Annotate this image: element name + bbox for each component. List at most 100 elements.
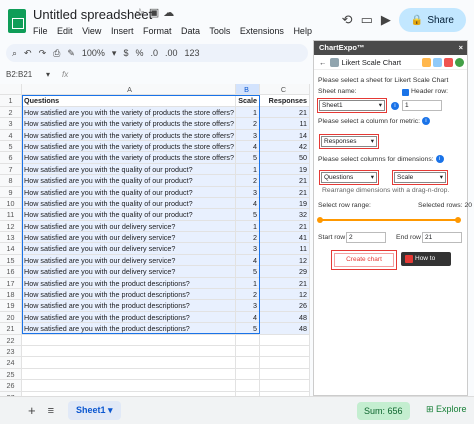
menu-file[interactable]: File	[33, 26, 48, 36]
share-button[interactable]: 🔒 Share	[398, 8, 466, 32]
redo-icon[interactable]: ↷	[39, 48, 47, 59]
cell-empty[interactable]	[260, 357, 310, 369]
cell-responses[interactable]: 32	[260, 209, 310, 221]
row-number[interactable]: 1	[0, 95, 22, 107]
cell-scale[interactable]: 1	[236, 106, 260, 119]
decrease-decimal-button[interactable]: .0	[150, 48, 158, 58]
cell-scale[interactable]: 5	[236, 152, 260, 164]
row-number[interactable]: 16	[0, 266, 22, 278]
sheet-tab[interactable]: Sheet1 ▾	[68, 401, 121, 420]
cell-scale[interactable]: 3	[236, 243, 260, 255]
cell-responses[interactable]: 42	[260, 140, 310, 153]
row-number[interactable]: 5	[0, 140, 22, 153]
cell-responses[interactable]: 14	[260, 129, 310, 141]
meet-icon[interactable]: ▶	[381, 12, 391, 28]
menu-tools[interactable]: Tools	[209, 26, 230, 36]
add-sheet-icon[interactable]: +	[28, 403, 36, 418]
sum-indicator[interactable]: Sum: 656	[357, 402, 410, 420]
row-number[interactable]: 4	[0, 129, 22, 141]
row-number[interactable]: 8	[0, 175, 22, 187]
header-row-checkbox[interactable]	[402, 89, 409, 96]
chevron-down-icon[interactable]: ▾	[46, 70, 50, 79]
slider-end-handle[interactable]	[455, 217, 461, 223]
cell-question[interactable]: How satisfied are you with the quality o…	[22, 163, 236, 176]
row-number[interactable]: 13	[0, 232, 22, 244]
zoom-select[interactable]: 100%	[82, 48, 105, 58]
row-number[interactable]: 24	[0, 357, 22, 369]
header-row-input[interactable]: 1	[402, 100, 442, 111]
cell-question[interactable]: How satisfied are you with our delivery …	[22, 232, 236, 244]
how-to-button[interactable]: How to	[401, 252, 451, 266]
cell-responses[interactable]: 21	[260, 186, 310, 198]
cell-scale[interactable]: 3	[236, 186, 260, 198]
cell-empty[interactable]	[236, 357, 260, 369]
cell-question[interactable]: How satisfied are you with our delivery …	[22, 254, 236, 267]
row-number[interactable]: 14	[0, 243, 22, 255]
menu-format[interactable]: Format	[143, 26, 172, 36]
cell-header-questions[interactable]: Questions	[22, 95, 236, 107]
cell-responses[interactable]: 21	[260, 106, 310, 119]
cell-empty[interactable]	[260, 368, 310, 381]
cell-scale[interactable]: 2	[236, 118, 260, 130]
cell-question[interactable]: How satisfied are you with the quality o…	[22, 209, 236, 221]
sheets-logo-icon[interactable]	[8, 9, 26, 33]
cell-empty[interactable]	[260, 334, 310, 346]
cell-empty[interactable]	[22, 357, 236, 369]
cell-scale[interactable]: 4	[236, 254, 260, 267]
row-number[interactable]: 6	[0, 152, 22, 164]
back-arrow-icon[interactable]: ←	[319, 58, 327, 67]
cell-responses[interactable]: 11	[260, 118, 310, 130]
settings-icon[interactable]	[433, 57, 442, 67]
menu-edit[interactable]: Edit	[57, 26, 73, 36]
menu-extensions[interactable]: Extensions	[240, 26, 284, 36]
cell-responses[interactable]: 19	[260, 163, 310, 176]
undo-icon[interactable]: ↶	[24, 48, 32, 59]
cell-empty[interactable]	[22, 368, 236, 381]
cell-question[interactable]: How satisfied are you with the product d…	[22, 311, 236, 324]
menu-insert[interactable]: Insert	[111, 26, 134, 36]
row-number[interactable]: 25	[0, 368, 22, 381]
row-number[interactable]: 17	[0, 277, 22, 290]
star-icon[interactable]: ☆	[135, 7, 149, 19]
cell-responses[interactable]: 50	[260, 152, 310, 164]
cell-header-responses[interactable]: Responses	[260, 95, 310, 107]
row-range-slider[interactable]	[319, 219, 459, 221]
start-row-input[interactable]: 2	[346, 232, 386, 243]
row-number[interactable]: 2	[0, 106, 22, 119]
cell-scale[interactable]: 2	[236, 232, 260, 244]
column-header-b[interactable]: B	[236, 84, 260, 96]
all-sheets-icon[interactable]: ≡	[48, 405, 54, 417]
cell-scale[interactable]: 4	[236, 140, 260, 153]
percent-button[interactable]: %	[135, 48, 143, 58]
currency-button[interactable]: $	[123, 48, 128, 58]
history-icon[interactable]: ⟲	[342, 12, 353, 28]
end-row-input[interactable]: 21	[422, 232, 462, 243]
row-number[interactable]: 9	[0, 186, 22, 198]
row-number[interactable]: 19	[0, 300, 22, 312]
row-number[interactable]: 22	[0, 334, 22, 346]
row-number[interactable]: 26	[0, 380, 22, 392]
row-number[interactable]: 20	[0, 311, 22, 324]
cell-scale[interactable]: 1	[236, 277, 260, 290]
cell-question[interactable]: How satisfied are you with the product d…	[22, 323, 236, 335]
number-format-button[interactable]: 123	[185, 48, 200, 58]
explore-button[interactable]: ⊞ Explore	[426, 404, 467, 415]
menu-view[interactable]: View	[82, 26, 101, 36]
cell-responses[interactable]: 29	[260, 266, 310, 278]
cell-responses[interactable]: 11	[260, 243, 310, 255]
menu-data[interactable]: Data	[181, 26, 200, 36]
cell-question[interactable]: How satisfied are you with the variety o…	[22, 106, 236, 119]
cell-responses[interactable]: 48	[260, 311, 310, 324]
cell-question[interactable]: How satisfied are you with the product d…	[22, 289, 236, 301]
cell-scale[interactable]: 2	[236, 175, 260, 187]
cell-responses[interactable]: 21	[260, 175, 310, 187]
info-icon[interactable]: i	[391, 102, 399, 110]
cell-scale[interactable]: 2	[236, 289, 260, 301]
cell-responses[interactable]: 48	[260, 323, 310, 335]
cell-empty[interactable]	[236, 368, 260, 381]
cell-empty[interactable]	[236, 380, 260, 392]
comment-icon[interactable]: ▭	[361, 12, 373, 28]
cell-question[interactable]: How satisfied are you with the variety o…	[22, 152, 236, 164]
paint-format-icon[interactable]: ✎	[67, 48, 75, 59]
cell-question[interactable]: How satisfied are you with the product d…	[22, 277, 236, 290]
